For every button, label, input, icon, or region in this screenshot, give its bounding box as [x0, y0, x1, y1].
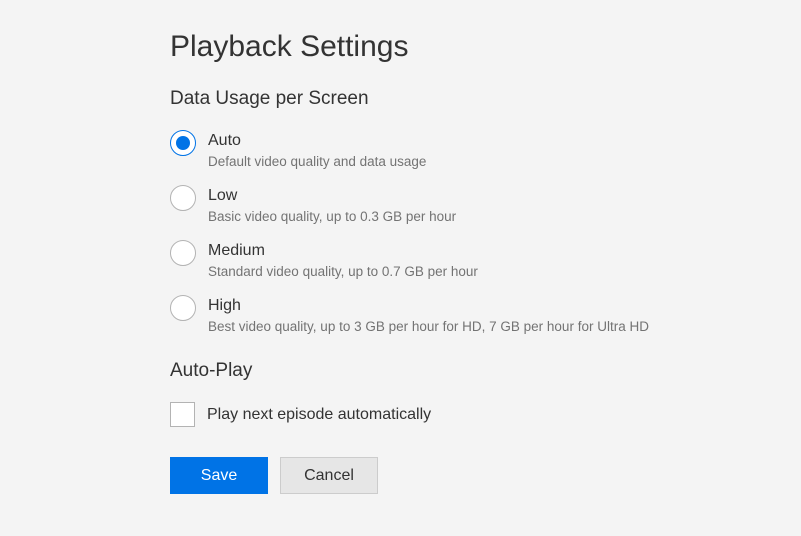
radio-button-auto[interactable]: [170, 130, 196, 156]
data-usage-section: Data Usage per Screen Auto Default video…: [170, 88, 801, 334]
radio-description: Standard video quality, up to 0.7 GB per…: [208, 264, 478, 279]
cancel-button[interactable]: Cancel: [280, 457, 378, 494]
radio-option-medium[interactable]: Medium Standard video quality, up to 0.7…: [170, 240, 801, 279]
radio-content: Medium Standard video quality, up to 0.7…: [208, 240, 478, 279]
radio-button-medium[interactable]: [170, 240, 196, 266]
radio-description: Default video quality and data usage: [208, 154, 426, 169]
playback-settings-panel: Playback Settings Data Usage per Screen …: [0, 0, 801, 494]
auto-play-heading: Auto-Play: [170, 360, 801, 382]
auto-play-section: Auto-Play Play next episode automaticall…: [170, 360, 801, 427]
auto-play-checkbox[interactable]: [170, 402, 195, 427]
radio-label: High: [208, 297, 649, 315]
radio-option-auto[interactable]: Auto Default video quality and data usag…: [170, 130, 801, 169]
save-button[interactable]: Save: [170, 457, 268, 494]
radio-label: Low: [208, 187, 456, 205]
button-row: Save Cancel: [170, 457, 801, 494]
radio-selected-dot-icon: [176, 136, 190, 150]
data-usage-heading: Data Usage per Screen: [170, 88, 801, 110]
data-usage-radio-group: Auto Default video quality and data usag…: [170, 130, 801, 334]
radio-description: Basic video quality, up to 0.3 GB per ho…: [208, 209, 456, 224]
radio-button-low[interactable]: [170, 185, 196, 211]
radio-content: Auto Default video quality and data usag…: [208, 130, 426, 169]
auto-play-checkbox-label: Play next episode automatically: [207, 406, 431, 424]
radio-label: Auto: [208, 132, 426, 150]
radio-content: High Best video quality, up to 3 GB per …: [208, 295, 649, 334]
radio-content: Low Basic video quality, up to 0.3 GB pe…: [208, 185, 456, 224]
radio-label: Medium: [208, 242, 478, 260]
radio-button-high[interactable]: [170, 295, 196, 321]
radio-description: Best video quality, up to 3 GB per hour …: [208, 319, 649, 334]
page-title: Playback Settings: [170, 30, 801, 64]
radio-option-high[interactable]: High Best video quality, up to 3 GB per …: [170, 295, 801, 334]
auto-play-checkbox-row[interactable]: Play next episode automatically: [170, 402, 801, 427]
radio-option-low[interactable]: Low Basic video quality, up to 0.3 GB pe…: [170, 185, 801, 224]
